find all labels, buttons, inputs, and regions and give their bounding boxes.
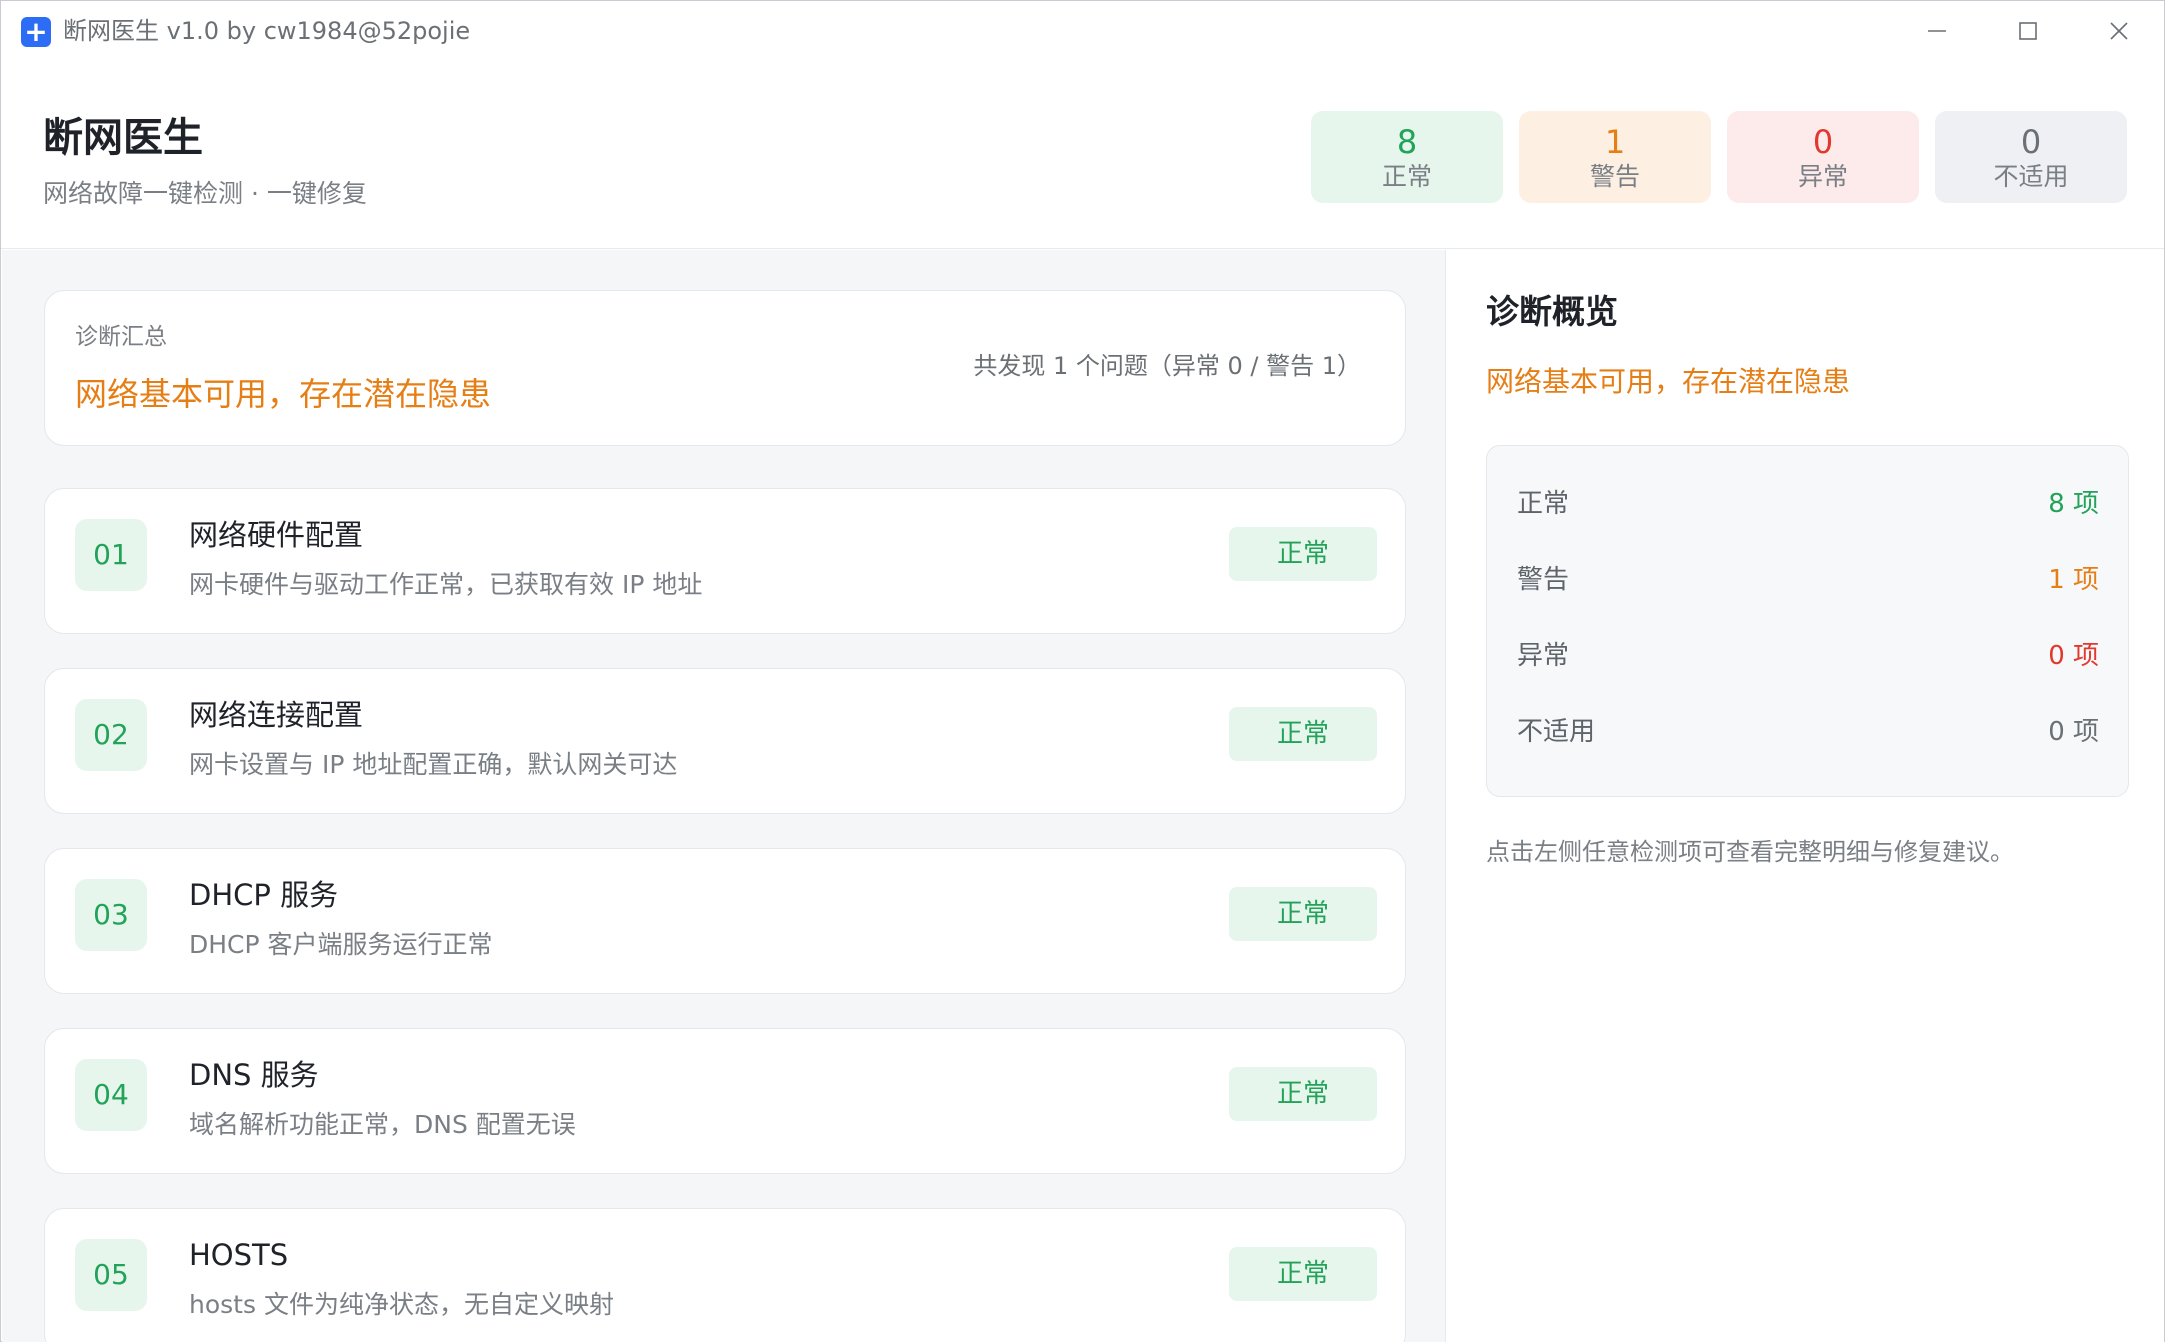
window-title: 断网医生 v1.0 by cw1984@52pojie xyxy=(63,17,471,45)
item-title: DHCP 服务 xyxy=(189,878,339,912)
check-item-hardware[interactable]: 01 网络硬件配置 网卡硬件与驱动工作正常，已获取有效 IP 地址 正常 xyxy=(44,488,1406,634)
overview-row-label: 不适用 xyxy=(1517,717,1596,747)
item-description: hosts 文件为纯净状态，无自定义映射 xyxy=(189,1290,614,1319)
status-badge: 正常 xyxy=(1229,707,1377,761)
stat-warning: 1 警告 xyxy=(1519,111,1711,203)
title-bar: + 断网医生 v1.0 by cw1984@52pojie xyxy=(1,1,2164,61)
app-header: 断网医生 网络故障一键检测 · 一键修复 8 正常 1 警告 0 异常 0 不适… xyxy=(1,61,2164,249)
diagnostics-panel[interactable]: 诊断汇总 网络基本可用，存在潜在隐患 共发现 1 个问题（异常 0 / 警告 1… xyxy=(2,250,1445,1342)
stat-warning-label: 警告 xyxy=(1589,162,1640,191)
app-name: 断网医生 xyxy=(43,115,203,161)
stat-normal: 8 正常 xyxy=(1311,111,1503,203)
summary-count: 共发现 1 个问题（异常 0 / 警告 1） xyxy=(973,352,1361,380)
overview-stats-box: 正常 8 项 警告 1 项 异常 0 项 不适用 0 项 xyxy=(1486,445,2129,797)
check-item-connection[interactable]: 02 网络连接配置 网卡设置与 IP 地址配置正确，默认网关可达 正常 xyxy=(44,668,1406,814)
overview-row-label: 警告 xyxy=(1517,565,1570,595)
status-badge: 正常 xyxy=(1229,887,1377,941)
overview-row-warning: 警告 1 项 xyxy=(1517,560,2099,600)
summary-card: 诊断汇总 网络基本可用，存在潜在隐患 共发现 1 个问题（异常 0 / 警告 1… xyxy=(44,290,1406,446)
stat-na-value: 0 xyxy=(2020,123,2042,161)
item-title: 网络连接配置 xyxy=(189,698,364,732)
stat-na-label: 不适用 xyxy=(1993,162,2069,191)
item-number: 03 xyxy=(75,879,147,951)
overview-row-value: 1 项 xyxy=(2048,565,2099,595)
overview-status: 网络基本可用，存在潜在隐患 xyxy=(1486,365,1851,398)
check-item-dns[interactable]: 04 DNS 服务 域名解析功能正常，DNS 配置无误 正常 xyxy=(44,1028,1406,1174)
overview-row-error: 异常 0 项 xyxy=(1517,636,2099,676)
item-description: 网卡硬件与驱动工作正常，已获取有效 IP 地址 xyxy=(189,570,703,599)
item-number: 02 xyxy=(75,699,147,771)
maximize-icon xyxy=(2019,22,2037,40)
summary-status: 网络基本可用，存在潜在隐患 xyxy=(75,375,492,413)
status-badge: 正常 xyxy=(1229,527,1377,581)
app-subtitle: 网络故障一键检测 · 一键修复 xyxy=(43,179,367,208)
overview-row-not-applicable: 不适用 0 项 xyxy=(1517,712,2099,752)
summary-label: 诊断汇总 xyxy=(75,324,167,350)
stat-normal-value: 8 xyxy=(1396,123,1418,161)
overview-row-label: 异常 xyxy=(1517,641,1570,671)
overview-row-label: 正常 xyxy=(1517,489,1570,519)
stat-error-value: 0 xyxy=(1812,123,1834,161)
overview-row-value: 8 项 xyxy=(2048,489,2099,519)
check-item-hosts[interactable]: 05 HOSTS hosts 文件为纯净状态，无自定义映射 正常 xyxy=(44,1208,1406,1342)
status-badge: 正常 xyxy=(1229,1067,1377,1121)
plus-icon: + xyxy=(21,17,51,47)
close-icon xyxy=(2110,22,2128,40)
overview-panel: 诊断概览 网络基本可用，存在潜在隐患 正常 8 项 警告 1 项 异常 0 项 … xyxy=(1445,250,2164,1342)
item-description: 网卡设置与 IP 地址配置正确，默认网关可达 xyxy=(189,750,678,779)
overview-row-normal: 正常 8 项 xyxy=(1517,484,2099,524)
stat-normal-label: 正常 xyxy=(1381,162,1432,191)
item-number: 04 xyxy=(75,1059,147,1131)
item-description: 域名解析功能正常，DNS 配置无误 xyxy=(189,1110,576,1139)
stat-error: 0 异常 xyxy=(1727,111,1919,203)
check-item-dhcp[interactable]: 03 DHCP 服务 DHCP 客户端服务运行正常 正常 xyxy=(44,848,1406,994)
item-description: DHCP 客户端服务运行正常 xyxy=(189,930,493,959)
item-title: 网络硬件配置 xyxy=(189,518,364,552)
item-title: DNS 服务 xyxy=(189,1058,319,1092)
item-number: 01 xyxy=(75,519,147,591)
overview-hint: 点击左侧任意检测项可查看完整明细与修复建议。 xyxy=(1486,838,2014,866)
minimize-icon xyxy=(1928,30,1946,32)
stat-error-label: 异常 xyxy=(1797,162,1848,191)
minimize-button[interactable] xyxy=(1907,11,1967,51)
overview-row-value: 0 项 xyxy=(2048,717,2099,747)
item-number: 05 xyxy=(75,1239,147,1311)
overview-row-value: 0 项 xyxy=(2048,641,2099,671)
stat-warning-value: 1 xyxy=(1604,123,1626,161)
app-window: + 断网医生 v1.0 by cw1984@52pojie 断网医生 网络故障一… xyxy=(0,0,2165,1342)
close-button[interactable] xyxy=(2089,11,2149,51)
stat-not-applicable: 0 不适用 xyxy=(1935,111,2127,203)
item-title: HOSTS xyxy=(189,1238,289,1272)
overview-title: 诊断概览 xyxy=(1486,292,1618,331)
maximize-button[interactable] xyxy=(1998,11,2058,51)
status-badge: 正常 xyxy=(1229,1247,1377,1301)
